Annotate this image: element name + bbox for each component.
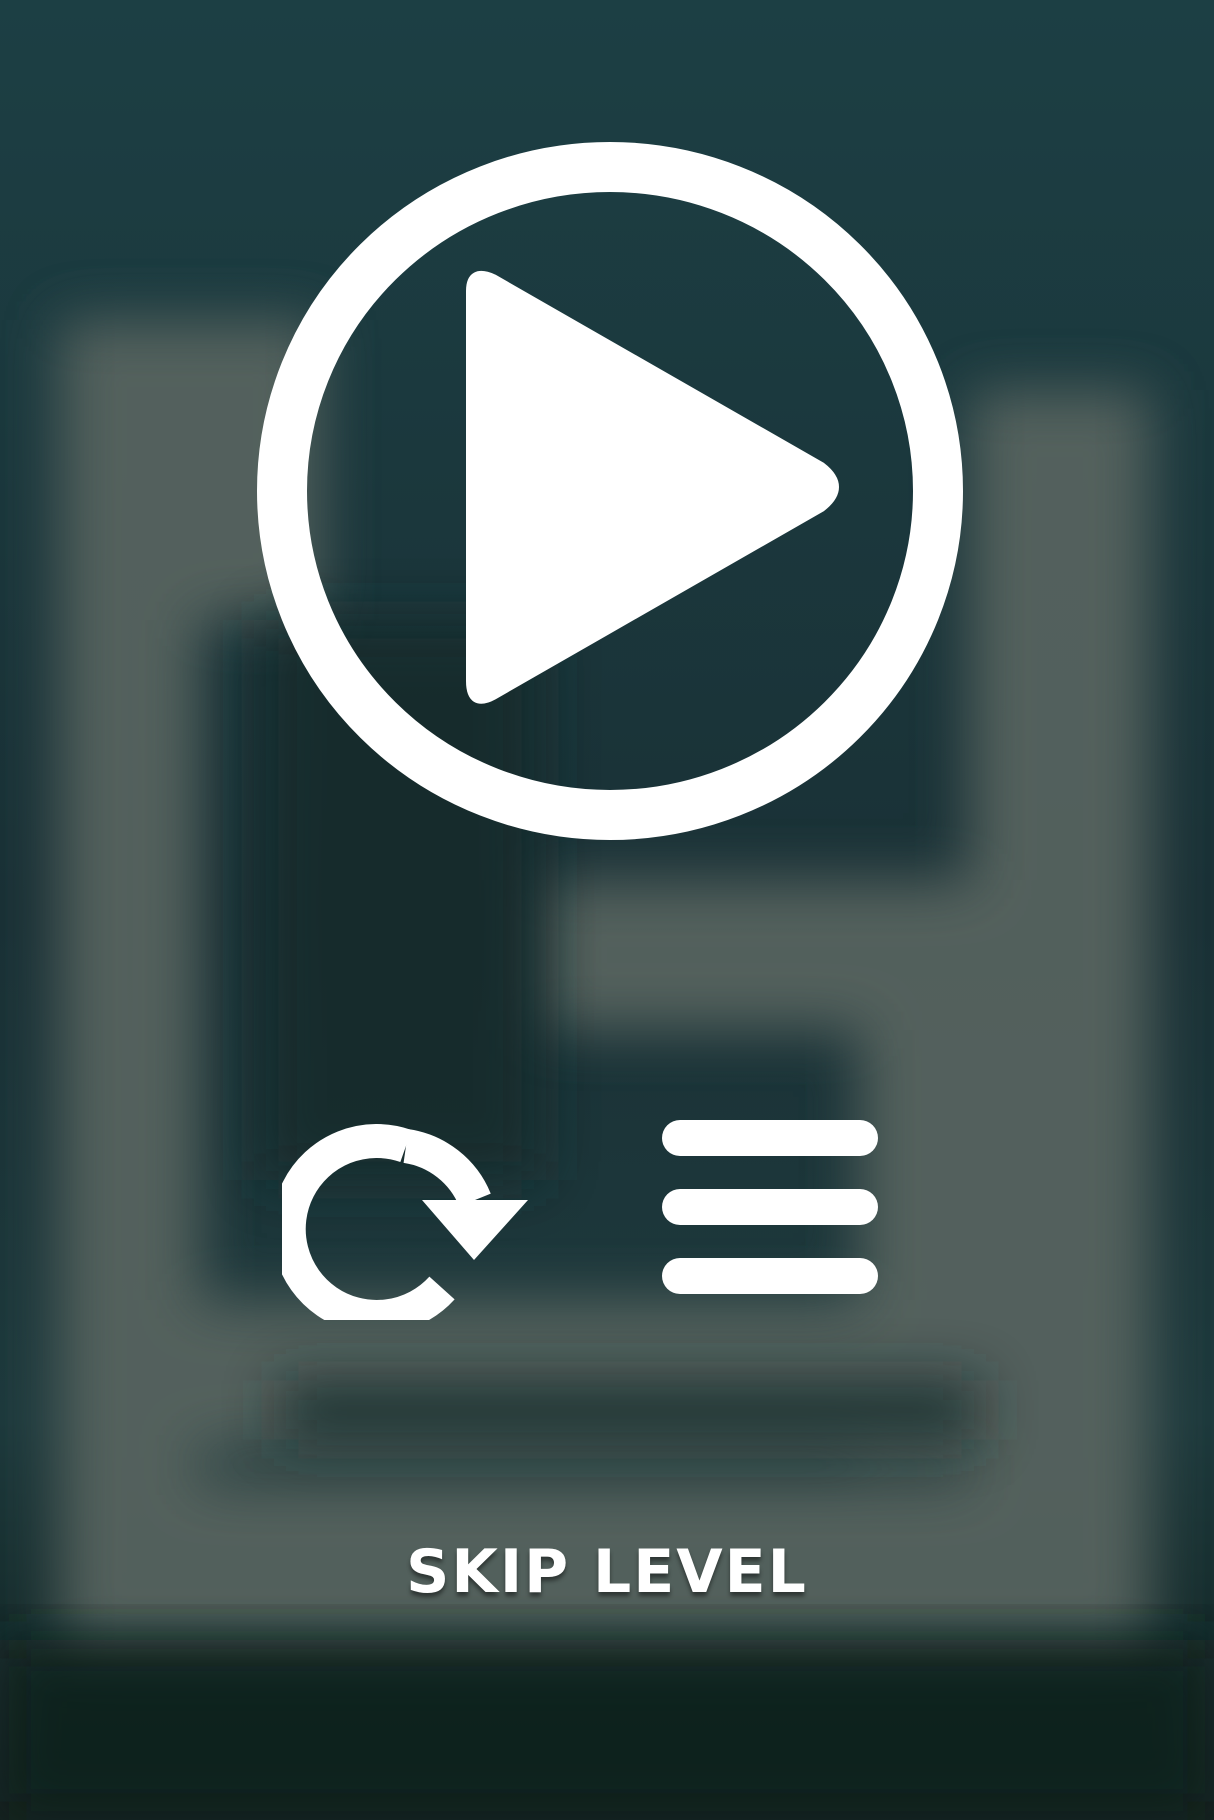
skip-level-button[interactable]: SKIP LEVEL [300, 1532, 914, 1612]
level-menu-button[interactable] [660, 1118, 880, 1298]
restart-icon [282, 1124, 528, 1320]
restart-button[interactable] [282, 1100, 532, 1320]
hamburger-menu-icon [662, 1120, 878, 1294]
play-circle-icon [257, 142, 963, 840]
resume-play-button[interactable] [255, 141, 965, 841]
